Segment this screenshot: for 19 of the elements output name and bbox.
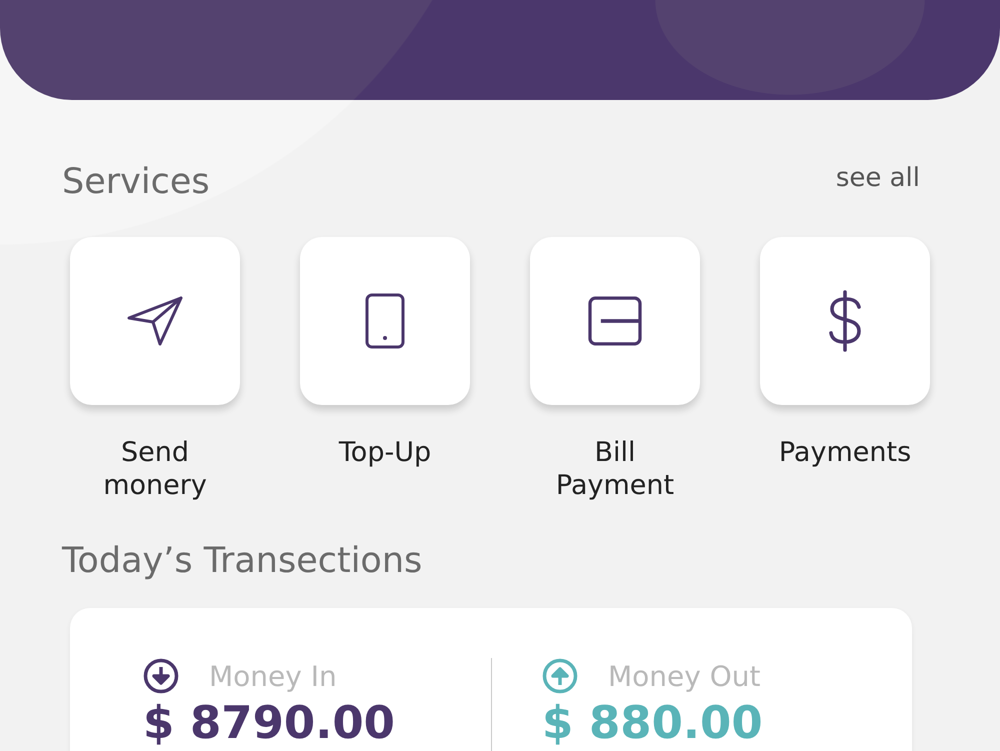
dollar-icon	[827, 290, 863, 352]
tablet-icon	[365, 293, 405, 349]
card-icon	[587, 296, 643, 346]
service-tile[interactable]	[530, 237, 700, 405]
service-tile[interactable]	[760, 237, 930, 405]
services-title: Services	[62, 162, 210, 202]
paper-plane-icon	[127, 296, 183, 346]
transaction-amount: $ 880.00	[542, 698, 763, 748]
transaction-label: Money Out	[608, 660, 760, 692]
see-all-link[interactable]: see all	[836, 163, 920, 193]
transaction-amount: $ 8790.00	[143, 698, 395, 748]
transaction-label: Money In	[209, 660, 337, 692]
service-tile[interactable]	[70, 237, 240, 405]
service-label: Top-Up	[338, 436, 432, 470]
transactions-title: Today’s Transections	[62, 541, 424, 581]
service-label: Bill Payment	[554, 436, 676, 502]
service-label: Send monery	[102, 436, 208, 502]
service-tile[interactable]	[300, 237, 470, 405]
service-label: Payments	[778, 436, 912, 470]
